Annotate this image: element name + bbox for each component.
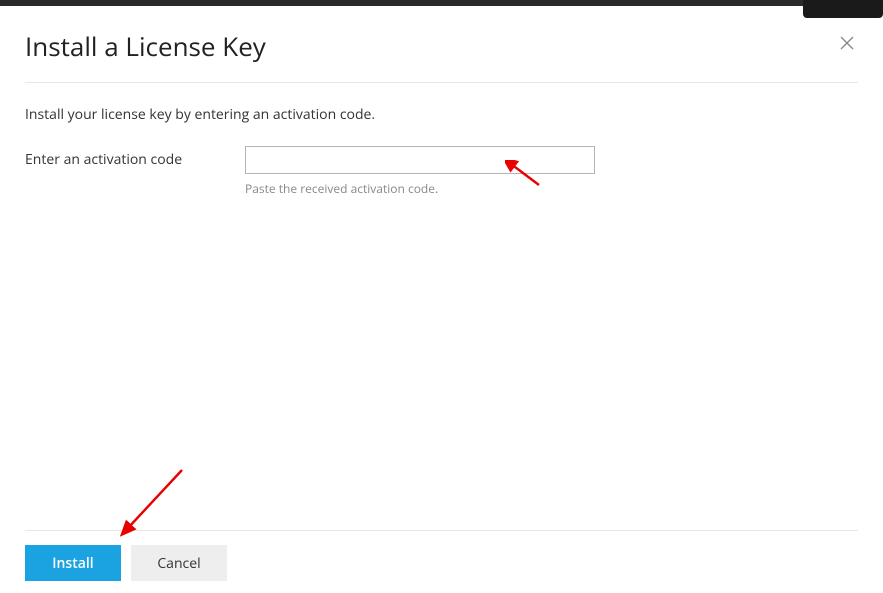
activation-code-input[interactable] (245, 146, 595, 174)
dialog-header: Install a License Key (25, 28, 858, 83)
activation-code-hint: Paste the received activation code. (245, 180, 595, 197)
close-icon (840, 36, 854, 50)
dialog-title: Install a License Key (25, 28, 266, 64)
window-topbar-right (803, 0, 883, 18)
license-dialog: Install a License Key Install your licen… (0, 6, 883, 197)
install-button[interactable]: Install (25, 545, 121, 581)
activation-code-field: Paste the received activation code. (245, 146, 595, 197)
annotation-arrow-install (118, 464, 188, 538)
close-button[interactable] (836, 32, 858, 54)
dialog-footer: Install Cancel (25, 530, 858, 581)
instruction-text: Install your license key by entering an … (25, 105, 858, 124)
cancel-button[interactable]: Cancel (131, 545, 227, 581)
activation-code-row: Enter an activation code Paste the recei… (25, 146, 858, 197)
dialog-body: Install your license key by entering an … (25, 83, 858, 197)
activation-code-label: Enter an activation code (25, 146, 225, 169)
